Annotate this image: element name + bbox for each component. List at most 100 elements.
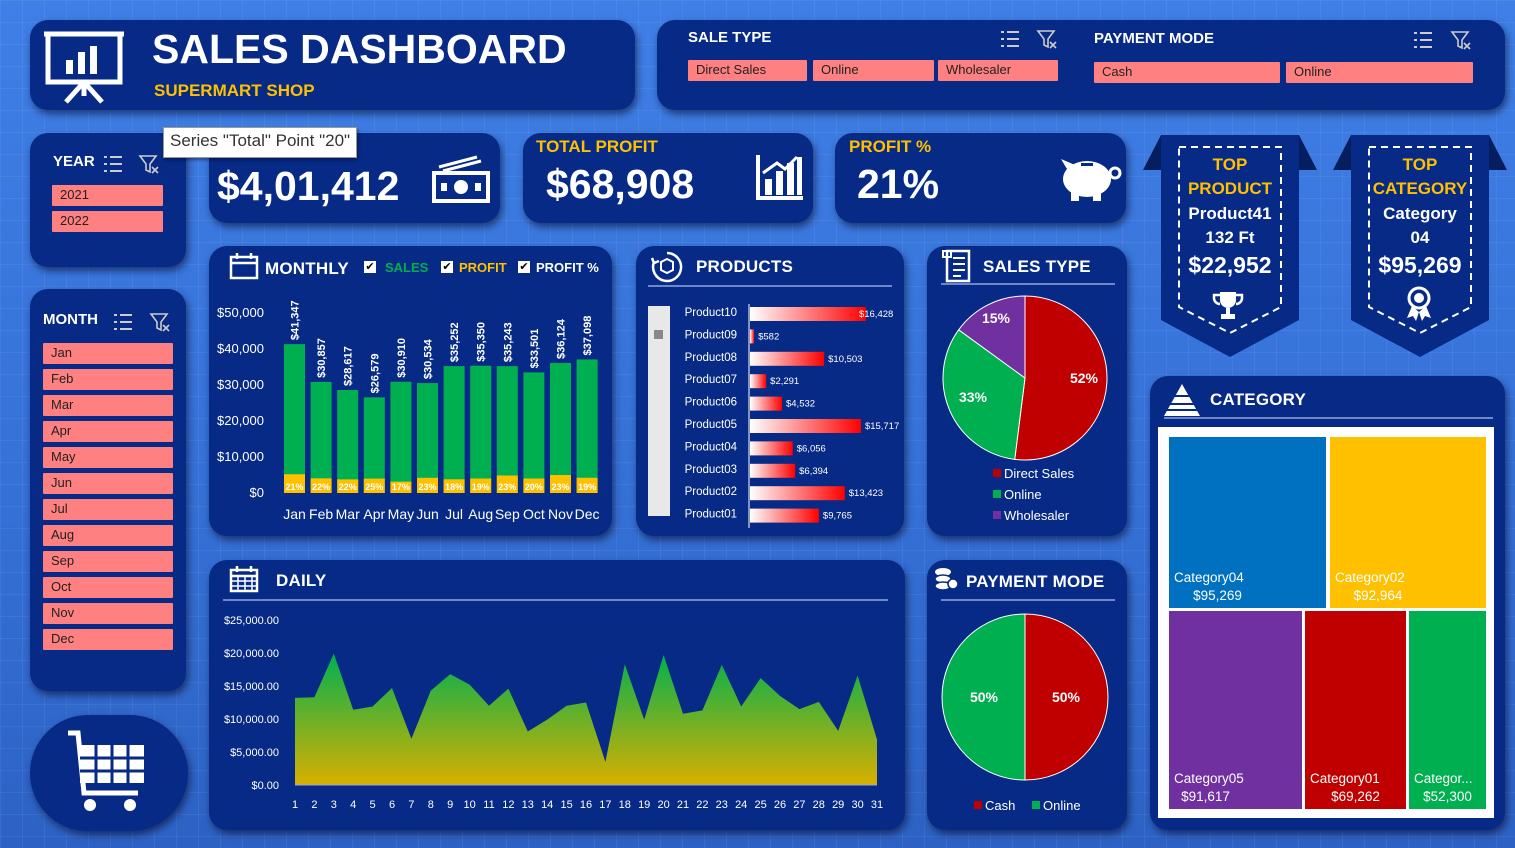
clear-filter-icon[interactable] [149,311,171,333]
y-tick-label: $0 [250,485,264,500]
sales-value-label: $30,534 [423,338,435,379]
payment-mode-online[interactable]: Online [1286,62,1473,83]
legend-checkbox-profit[interactable]: ✔ [441,261,453,273]
sale-type-direct-sales[interactable]: Direct Sales [688,60,807,81]
month-oct[interactable]: Oct [43,577,173,598]
sales-value-label: $37,098 [582,316,594,356]
payment-mode-cash[interactable]: Cash [1094,62,1280,83]
legend-checkbox-sales[interactable]: ✔ [364,261,376,273]
sales-value-label: $35,350 [476,322,488,362]
profit-pct-label: 23% [498,482,516,492]
legend-checkbox-profit-pct[interactable]: ✔ [518,261,530,273]
monthly-bar-chart[interactable]: $0 $10,000 $20,000 $30,000 $40,000 $50,000 21%… [209,291,612,536]
total-profit-label: TOTAL PROFIT [536,137,658,156]
presentation-chart-icon [44,31,124,104]
month-aug[interactable]: Aug [43,525,173,546]
month-dec[interactable]: Dec [43,629,173,650]
month-nov[interactable]: Nov [43,603,173,624]
page-title: SALES DASHBOARD [152,26,567,72]
treemap-value: $95,269 [1193,588,1242,603]
x-tick-label: 25 [754,799,766,811]
x-tick-label: 2 [311,799,317,811]
sales-type-pct-label: 52% [1070,370,1099,386]
sales-type-pie-chart[interactable]: 52% 33% 15% Direct Sales Online Wholesaler [927,291,1127,536]
profit-pct-label: 19% [578,482,596,492]
divider [1164,417,1493,419]
month-mar[interactable]: Mar [43,395,173,416]
legend-sales: SALES [385,260,429,275]
sales-value-label: $41,347 [290,300,302,340]
products-bar-chart[interactable]: Product10 $16,428 Product09 $582 Product08 $1… [636,296,904,531]
category-treemap[interactable]: Category04 $95,269 Category02 $92,964 Catego… [1158,427,1494,818]
sales-bar [417,383,438,493]
multi-select-icon[interactable] [999,28,1021,50]
x-tick-label: 10 [463,799,475,811]
money-icon [432,155,490,203]
month-feb[interactable]: Feb [43,369,173,390]
month-jul[interactable]: Jul [43,499,173,520]
product-label: Product09 [685,329,737,341]
payment-mode-label: PAYMENT MODE [1094,30,1215,47]
receipt-icon [942,249,971,283]
daily-chart-panel: DAILY $0.00 $5,000.00 $10,000.00 $15,000.00… [209,560,905,830]
x-tick-label: 26 [774,799,786,811]
profit-pct-label: 23% [418,482,436,492]
product-label: Product07 [685,374,737,386]
payment-mode-pie-chart[interactable]: 50% 50% Cash Online [927,605,1127,830]
profit-pct-label: 21% [285,482,303,492]
product-label: Product05 [685,419,737,431]
calendar-grid-icon [229,566,259,593]
year-2022[interactable]: 2022 [52,211,163,232]
treemap-value: $52,300 [1423,789,1472,804]
legend-label: Cash [985,798,1015,813]
month-slicer: MONTH Jan Feb Mar Apr May Jun Jul Aug Sep Oct Nov D… [30,289,186,691]
x-tick-label: 30 [851,799,863,811]
sales-value-label: $30,857 [316,338,328,378]
x-tick-label: 17 [599,799,611,811]
sale-type-wholesaler[interactable]: Wholesaler [938,60,1058,81]
x-tick-label: Jun [416,506,439,522]
product-value-label: $6,056 [797,443,826,454]
month-sep[interactable]: Sep [43,551,173,572]
x-tick-label: Feb [309,506,333,522]
profit-pct-label: 20% [525,482,543,492]
x-tick-label: 11 [483,799,494,811]
multi-select-icon[interactable] [1412,29,1434,51]
product-label: Product04 [685,441,738,453]
clear-filter-icon[interactable] [138,153,160,175]
month-may[interactable]: May [43,447,173,468]
sales-bar [337,389,359,493]
payment-mode-title: PAYMENT MODE [966,572,1105,591]
legend-label: Direct Sales [1004,466,1075,481]
category-chart-panel: CATEGORY Category04 $95,269 Category02 $92,… [1150,376,1505,830]
daily-area-chart[interactable]: $0.00 $5,000.00 $10,000.00 $15,000.00 $20,00… [209,605,905,830]
x-tick-label: 1 [292,799,298,811]
product-value-label: $16,428 [859,309,893,320]
sales-value-label: $35,243 [502,322,514,362]
y-tick-label: $50,000 [217,305,264,320]
year-2021[interactable]: 2021 [52,185,163,206]
multi-select-icon[interactable] [112,311,134,333]
legend-profit-pct: PROFIT % [536,260,599,275]
y-tick-label: $15,000.00 [224,681,279,693]
month-jun[interactable]: Jun [43,473,173,494]
multi-select-icon[interactable] [102,153,124,175]
treemap-label: Category04 [1174,570,1244,585]
y-tick-label: $20,000.00 [224,648,279,660]
monthly-title: MONTHLY [265,259,349,278]
clear-filter-icon[interactable] [1036,28,1058,50]
y-tick-label: $40,000 [217,341,264,356]
x-tick-label: 8 [428,799,434,811]
product-bar [750,351,825,366]
sales-bar [310,381,332,493]
clear-filter-icon[interactable] [1450,29,1472,51]
treemap-label: Category05 [1174,771,1244,786]
month-jan[interactable]: Jan [43,343,173,364]
product-bar [750,419,861,433]
x-tick-label: 13 [522,799,534,811]
sale-type-online[interactable]: Online [813,60,934,81]
treemap-value: $91,617 [1181,789,1230,804]
month-apr[interactable]: Apr [43,421,173,442]
x-tick-label: 7 [408,799,414,811]
sales-value-label: $33,501 [529,329,541,369]
